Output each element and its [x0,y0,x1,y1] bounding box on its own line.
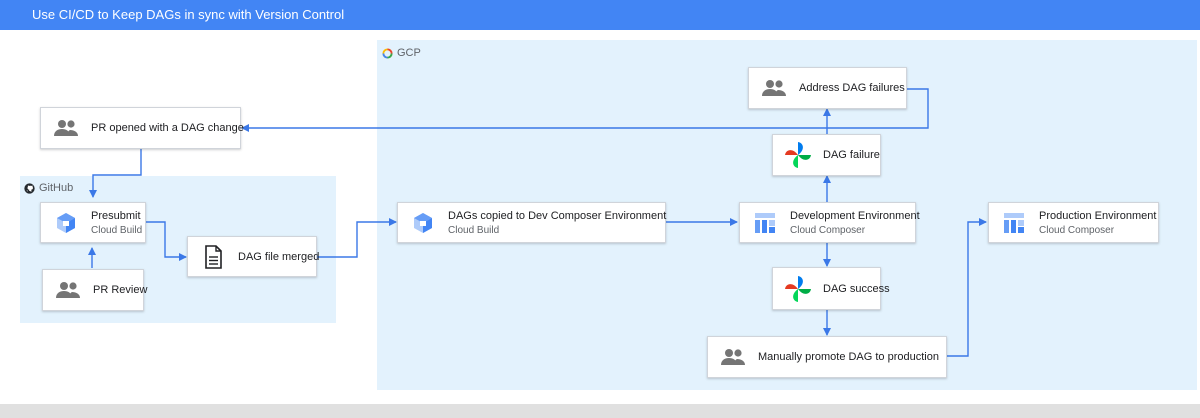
people-icon [716,340,750,374]
cloud-build-icon [406,206,440,240]
node-title: DAG failure [823,149,880,161]
node-presubmit[interactable]: Presubmit Cloud Build [40,202,146,243]
people-icon [51,273,85,307]
node-subtitle: Cloud Composer [790,224,866,236]
node-dag-merged[interactable]: DAG file merged [187,236,320,277]
node-pr-opened[interactable]: PR opened with a DAG change [40,107,244,149]
node-prod-env[interactable]: Production Environment Cloud Composer [988,202,1159,243]
node-title: DAGs copied to Dev Composer Environment [448,209,667,222]
node-subtitle: Cloud Build [448,224,500,236]
airflow-icon [781,272,815,306]
node-dag-success[interactable]: DAG success [772,267,890,310]
cloud-composer-icon [997,206,1031,240]
arrow-promote-to-prod [947,218,987,357]
node-promote[interactable]: Manually promote DAG to production [707,336,947,378]
arrow-presubmit-to-merged [146,221,187,261]
cloud-build-icon [49,206,83,240]
cloud-composer-icon [748,206,782,240]
people-icon [757,71,791,105]
document-icon [196,240,230,274]
node-title: Development Environment [790,209,920,222]
node-subtitle: Cloud Build [91,224,143,236]
node-subtitle: Cloud Composer [1039,224,1115,236]
node-dag-failure[interactable]: DAG failure [772,134,881,176]
bottom-bar [0,404,1200,418]
node-title: PR Review [93,284,148,296]
node-address-failures[interactable]: Address DAG failures [748,67,907,109]
node-dev-env[interactable]: Development Environment Cloud Composer [739,202,920,243]
arrow-merged-to-copied [317,218,397,258]
node-title: Presubmit [91,209,141,222]
node-title: PR opened with a DAG change [91,122,244,134]
node-dags-copied[interactable]: DAGs copied to Dev Composer Environment … [397,202,666,243]
node-title: Address DAG failures [799,82,905,94]
node-title: Manually promote DAG to production [758,351,939,363]
node-title: DAG success [823,282,890,295]
node-title: DAG file merged [238,250,320,263]
airflow-icon [781,138,815,172]
node-pr-review[interactable]: PR Review [42,269,148,311]
arrow-pr-to-presubmit [89,149,142,198]
people-icon [49,111,83,145]
node-title: Production Environment [1039,209,1157,222]
